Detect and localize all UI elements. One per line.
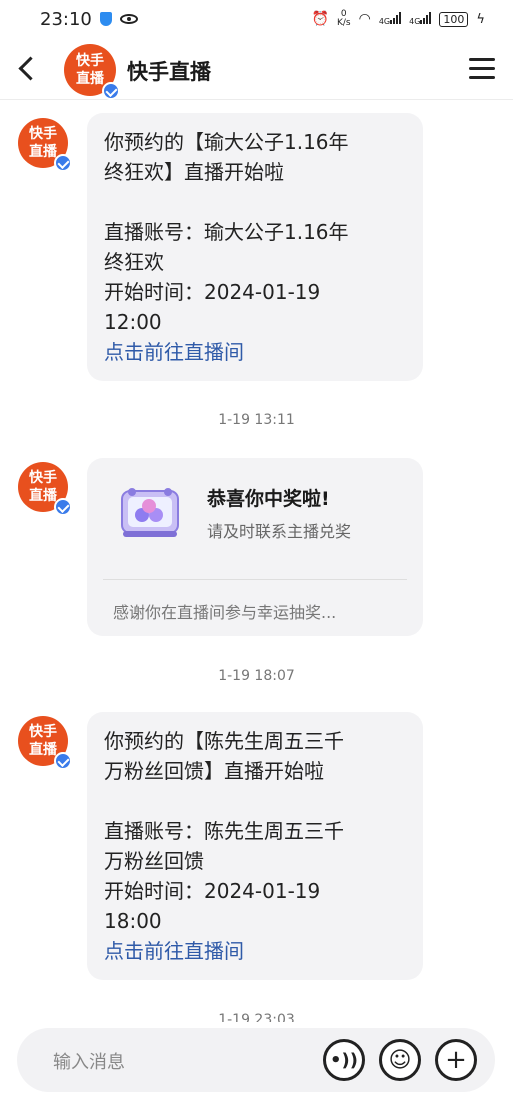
sender-avatar[interactable]: 快手 直播 [18, 716, 72, 770]
status-bar: 23:10 ⏰ 0 K/s ◠ 4G 4G 100 ϟ [0, 0, 513, 38]
message-text: 你预约的【陈先生周五三千 [104, 729, 344, 753]
back-button[interactable] [14, 56, 40, 82]
avatar-text-line1: 快手 [29, 724, 57, 740]
shield-icon [99, 12, 112, 26]
plus-icon: + [445, 1045, 467, 1075]
prize-subtitle: 请及时联系主播兑奖 [207, 522, 352, 541]
signal2-label: 4G [409, 16, 421, 26]
emoji-icon: ☺ [388, 1047, 412, 1073]
message-timestamp: 1-19 13:11 [218, 412, 295, 428]
menu-icon-line [469, 67, 495, 70]
signal-icon: 4G [378, 11, 402, 27]
emoji-button[interactable]: ☺ [379, 1039, 421, 1081]
divider [103, 579, 407, 580]
verified-icon [54, 752, 72, 770]
menu-icon [469, 58, 495, 61]
voice-button[interactable]: •)) [323, 1039, 365, 1081]
verified-icon [102, 82, 120, 100]
chat-header: 快手 直播 快手直播 [0, 38, 513, 100]
start-time-text: 开始时间：2024-01-19 [104, 280, 321, 304]
go-to-live-link[interactable]: 点击前往直播间 [104, 337, 406, 367]
message-timestamp: 1-19 18:07 [218, 668, 295, 684]
message-bubble: 你预约的【瑜大公子1.16年 终狂欢】直播开始啦 直播账号：瑜大公子1.16年 … [87, 113, 423, 381]
charging-icon: ϟ [476, 11, 485, 27]
message-bubble: 你预约的【陈先生周五三千 万粉丝回馈】直播开始啦 直播账号：陈先生周五三千 万粉… [87, 712, 423, 980]
verified-icon [54, 498, 72, 516]
signal-icon-2: 4G [409, 11, 432, 27]
status-time: 23:10 [40, 8, 92, 30]
chat-title: 快手直播 [127, 60, 211, 84]
go-to-live-link[interactable]: 点击前往直播间 [104, 936, 406, 966]
message-input[interactable]: 输入消息 [53, 1048, 125, 1074]
eye-icon [119, 14, 138, 24]
menu-button[interactable] [469, 58, 495, 80]
start-time-text: 18:00 [104, 909, 162, 933]
prize-footer: 感谢你在直播间参与幸运抽奖... [113, 603, 337, 622]
signal1-label: 4G [378, 16, 391, 26]
menu-icon-line [469, 76, 495, 79]
sender-avatar[interactable]: 快手 直播 [18, 118, 72, 172]
prize-title: 恭喜你中奖啦! [207, 488, 330, 510]
verified-icon [54, 154, 72, 172]
start-time-text: 开始时间：2024-01-19 [104, 879, 321, 903]
header-avatar[interactable]: 快手 直播 [64, 44, 120, 100]
account-text: 直播账号：瑜大公子1.16年 [104, 220, 349, 244]
start-time-text: 12:00 [104, 310, 162, 334]
wifi-icon: ◠ [358, 11, 371, 27]
avatar-text-line1: 快手 [29, 470, 57, 486]
avatar-text-line1: 快手 [76, 53, 104, 69]
battery-icon: 100 [439, 11, 469, 27]
message-text: 终狂欢】直播开始啦 [104, 160, 284, 184]
prize-card[interactable]: 恭喜你中奖啦! 请及时联系主播兑奖 感谢你在直播间参与幸运抽奖... [87, 458, 423, 636]
message-timestamp: 1-19 23:03 [218, 1012, 295, 1022]
alarm-icon: ⏰ [311, 11, 329, 27]
account-text: 万粉丝回馈 [104, 849, 204, 873]
message-text: 万粉丝回馈】直播开始啦 [104, 759, 324, 783]
sender-avatar[interactable]: 快手 直播 [18, 462, 72, 516]
message-input-bar: 输入消息 •)) ☺ + [17, 1028, 495, 1092]
message-text: 你预约的【瑜大公子1.16年 [104, 130, 349, 154]
avatar-text-line1: 快手 [29, 126, 57, 142]
voice-icon: •)) [330, 1049, 358, 1071]
prize-box-icon [121, 488, 179, 537]
net-speed-unit: K/s [336, 18, 351, 28]
plus-button[interactable]: + [435, 1039, 477, 1081]
account-text: 直播账号：陈先生周五三千 [104, 819, 344, 843]
account-text: 终狂欢 [104, 250, 164, 274]
net-speed: 0 K/s [337, 10, 351, 28]
